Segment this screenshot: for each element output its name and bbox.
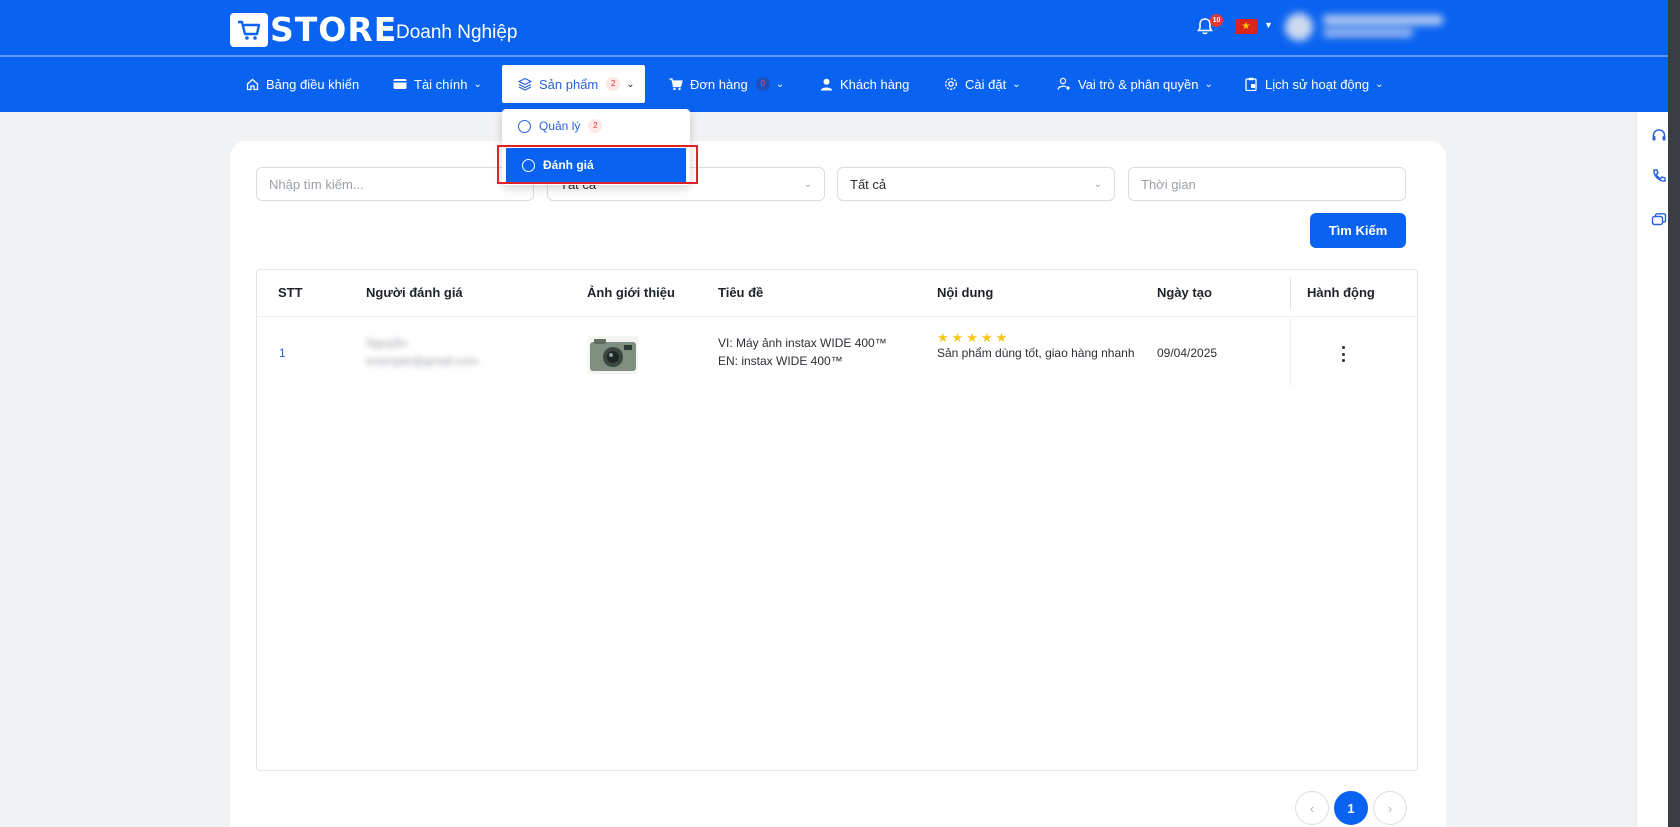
nav-roles[interactable]: Vai trò & phân quyền ⌄	[1057, 65, 1213, 103]
review-content: Sản phẩm dùng tốt, giao hàng nhanh	[937, 346, 1135, 360]
highlight-box	[497, 145, 698, 184]
store-logo[interactable]: STORE	[230, 10, 397, 49]
manage-badge: 2	[588, 119, 603, 133]
title-vi: VI: Máy ảnh instax WIDE 400™	[718, 336, 887, 350]
nav-products[interactable]: Sản phẩm 2 ⌄	[502, 65, 645, 103]
search-button[interactable]: Tìm Kiếm	[1310, 213, 1406, 248]
col-intro-image: Ảnh giới thiệu	[587, 285, 675, 300]
col-content: Nội dung	[937, 285, 994, 300]
col-title: Tiêu đề	[718, 285, 764, 300]
products-badge: 2	[606, 77, 621, 91]
chevron-down-icon: ⌄	[1093, 178, 1102, 190]
product-thumbnail[interactable]	[588, 336, 638, 374]
nav-customers[interactable]: Khách hàng	[819, 65, 909, 103]
vietnam-flag-icon[interactable]: ★	[1235, 19, 1257, 34]
pagination-prev[interactable]: ‹	[1295, 791, 1329, 825]
col-created-date: Ngày tạo	[1157, 285, 1212, 300]
nav-settings[interactable]: Cài đặt ⌄	[944, 65, 1021, 103]
rating-stars: ★★★★★	[937, 330, 1011, 345]
chevron-down-icon: ⌄	[775, 78, 785, 90]
nav-dashboard[interactable]: Bảng điều khiển	[245, 65, 359, 103]
logo-text: STORE	[270, 10, 398, 49]
chat-icon[interactable]	[1649, 212, 1669, 232]
row-stt: 1	[279, 346, 286, 360]
chevron-down-icon: ⌄	[1375, 78, 1384, 90]
user-profile[interactable]	[1285, 11, 1455, 43]
reviewer-email: example@gmail.com	[366, 354, 479, 368]
cart-logo-icon	[230, 12, 268, 47]
top-header: STORE Doanh Nghiệp 10 ★ ▼	[0, 0, 1680, 57]
chevron-down-icon: ⌄	[626, 78, 635, 90]
orders-badge: 0	[755, 77, 770, 91]
col-actions: Hành động	[1307, 285, 1375, 300]
chevron-down-icon: ⌄	[1204, 78, 1213, 90]
clipboard-icon	[1244, 77, 1258, 91]
nav-orders[interactable]: Đơn hàng 0 ⌄	[669, 65, 784, 103]
chevron-down-icon: ⌄	[473, 78, 482, 90]
reviews-table: STT Người đánh giá Ảnh giới thiệu Tiêu đ…	[256, 269, 1418, 771]
more-actions-icon[interactable]	[1337, 346, 1349, 362]
col-stt: STT	[278, 285, 303, 300]
pagination-next[interactable]: ›	[1373, 791, 1407, 825]
reviewer-name: Nguyễn	[366, 336, 408, 350]
table-header: STT Người đánh giá Ảnh giới thiệu Tiêu đ…	[257, 270, 1417, 317]
created-date: 09/04/2025	[1157, 346, 1218, 360]
window-scrollbar[interactable]	[1668, 0, 1680, 827]
gear-icon	[944, 77, 958, 91]
layers-icon	[518, 77, 532, 91]
wallet-icon	[393, 78, 407, 90]
title-en: EN: instax WIDE 400™	[718, 354, 843, 368]
brand-subtitle: Doanh Nghiệp	[396, 22, 518, 43]
caret-down-icon[interactable]: ▼	[1264, 20, 1273, 30]
nav-activity-history[interactable]: Lịch sử hoạt động ⌄	[1244, 65, 1384, 103]
chevron-down-icon: ⌄	[1012, 78, 1021, 90]
home-icon	[245, 78, 259, 91]
chevron-down-icon: ⌄	[803, 178, 812, 190]
filter-select-2[interactable]: Tất cả ⌄	[837, 167, 1115, 201]
user-icon	[819, 78, 833, 91]
user-key-icon	[1057, 77, 1071, 91]
circle-icon	[518, 119, 531, 133]
col-reviewer: Người đánh giá	[366, 285, 463, 300]
cart-icon	[669, 77, 683, 91]
content-card: Nhập tìm kiếm... Tất cả ⌄ Tất cả ⌄ Thời …	[230, 141, 1446, 827]
headset-icon[interactable]	[1649, 128, 1669, 148]
time-filter-input[interactable]: Thời gian	[1128, 167, 1406, 201]
notification-badge: 10	[1210, 14, 1223, 27]
phone-support-icon[interactable]	[1649, 168, 1669, 188]
main-nav: Bảng điều khiển Tài chính ⌄ Sản phẩm 2 ⌄…	[0, 57, 1680, 112]
avatar	[1285, 13, 1313, 41]
pagination-page-1[interactable]: 1	[1334, 791, 1368, 825]
table-row: 1 Nguyễn example@gmail.com VI: Máy ảnh i…	[257, 318, 1417, 386]
search-input[interactable]: Nhập tìm kiếm...	[256, 167, 534, 201]
nav-finance[interactable]: Tài chính ⌄	[393, 65, 482, 103]
menu-item-manage[interactable]: Quản lý 2	[502, 109, 690, 143]
